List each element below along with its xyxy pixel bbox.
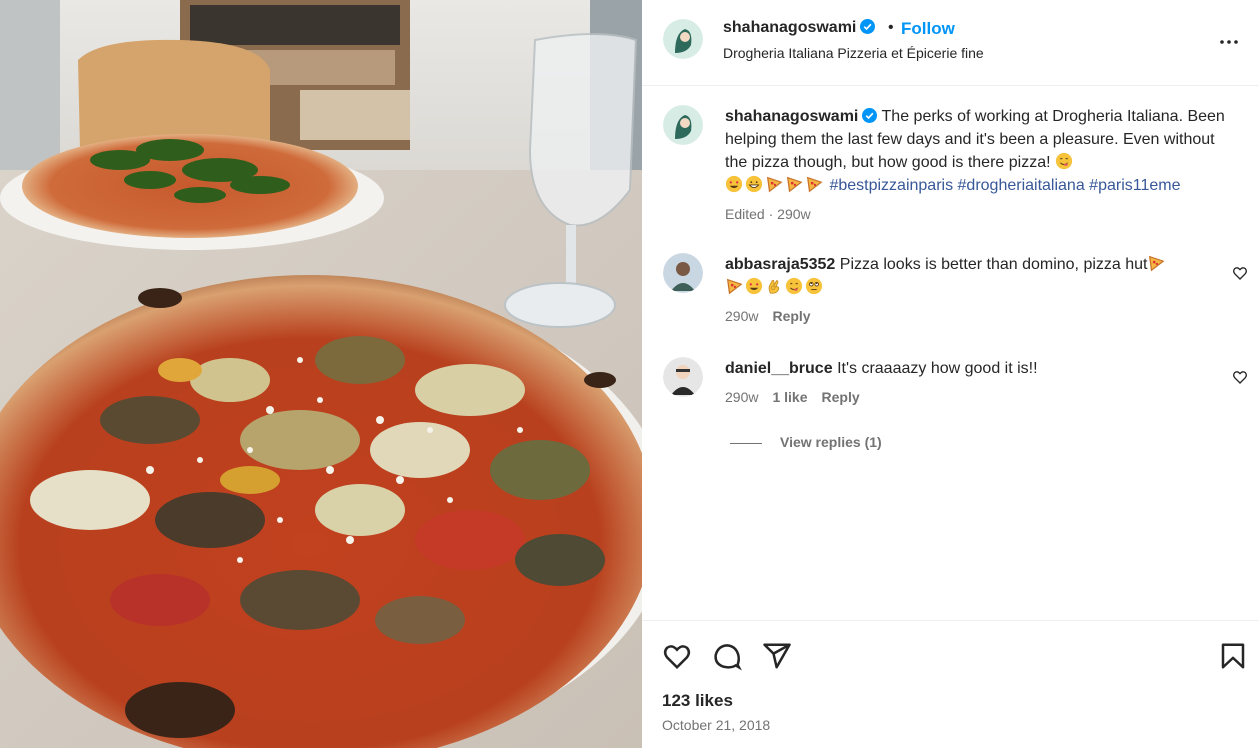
header-separator: • xyxy=(888,19,894,36)
replies-divider xyxy=(730,442,762,444)
comment-text: It's craaaazy how good it is!! xyxy=(837,360,1038,377)
verified-badge-icon xyxy=(860,19,876,34)
post-actions: 123 likes October 21, 2018 xyxy=(642,620,1259,748)
view-replies-button[interactable]: View replies (1) xyxy=(730,434,882,450)
comments-section[interactable]: shahanagoswami The perks of working at D… xyxy=(642,87,1259,619)
yum-emoji-icon xyxy=(785,277,803,295)
ok-hand-emoji-icon xyxy=(768,279,780,294)
pizza-emoji-icon xyxy=(726,278,743,295)
share-icon[interactable] xyxy=(762,641,792,671)
comment-time[interactable]: 290w xyxy=(725,389,758,405)
like-comment-heart-icon[interactable] xyxy=(1232,369,1248,385)
caption-hashtags[interactable]: #bestpizzainparis #drogheriaitaliana #pa… xyxy=(829,177,1180,194)
view-replies-label[interactable]: View replies (1) xyxy=(780,434,882,450)
pizza-emoji-icon xyxy=(806,176,823,193)
post-location[interactable]: Drogheria Italiana Pizzeria et Épicerie … xyxy=(723,45,984,61)
comment-time[interactable]: 290w xyxy=(725,308,758,324)
comment-likes[interactable]: 1 like xyxy=(772,389,807,405)
yum-emoji-icon xyxy=(1055,152,1073,170)
comment-username[interactable]: abbasraja5352 xyxy=(725,256,835,273)
save-bookmark-icon[interactable] xyxy=(1218,641,1248,671)
comment-text: Pizza looks is better than domino, pizza… xyxy=(839,256,1148,273)
comment-username[interactable]: daniel__bruce xyxy=(725,360,833,377)
grin-emoji-icon xyxy=(745,175,763,193)
follow-button[interactable]: Follow xyxy=(901,19,955,39)
reply-button[interactable]: Reply xyxy=(772,308,810,324)
post-photo xyxy=(0,0,642,748)
caption-avatar[interactable] xyxy=(663,105,703,145)
author-username-text[interactable]: shahanagoswami xyxy=(723,19,856,36)
author-avatar[interactable] xyxy=(663,19,703,59)
caption-username[interactable]: shahanagoswami xyxy=(725,108,858,125)
verified-badge-icon xyxy=(862,108,878,123)
edited-text: Edited xyxy=(725,206,765,222)
commenter-avatar[interactable] xyxy=(663,357,703,397)
pizza-emoji-icon xyxy=(786,176,803,193)
edited-label: Edited · 290w xyxy=(725,206,811,222)
commenter-avatar[interactable] xyxy=(663,253,703,293)
post-date[interactable]: October 21, 2018 xyxy=(662,717,770,733)
likes-count[interactable]: 123 likes xyxy=(662,691,733,711)
author-username[interactable]: shahanagoswami xyxy=(723,19,876,37)
post-header: shahanagoswami • Follow Drogheria Italia… xyxy=(642,0,1259,86)
like-comment-heart-icon[interactable] xyxy=(1232,265,1248,281)
heart-eyes-emoji-icon xyxy=(725,175,743,193)
like-heart-icon[interactable] xyxy=(662,641,692,671)
rolling-eyes-emoji-icon xyxy=(805,277,823,295)
pizza-emoji-icon xyxy=(766,176,783,193)
heart-eyes-emoji-icon xyxy=(745,277,763,295)
reply-button[interactable]: Reply xyxy=(822,389,860,405)
comment-icon[interactable] xyxy=(712,641,742,671)
post-panel: shahanagoswami • Follow Drogheria Italia… xyxy=(642,0,1259,748)
more-options-icon[interactable] xyxy=(1217,30,1241,54)
caption-time[interactable]: 290w xyxy=(777,206,810,222)
pizza-emoji-icon xyxy=(1149,255,1166,272)
